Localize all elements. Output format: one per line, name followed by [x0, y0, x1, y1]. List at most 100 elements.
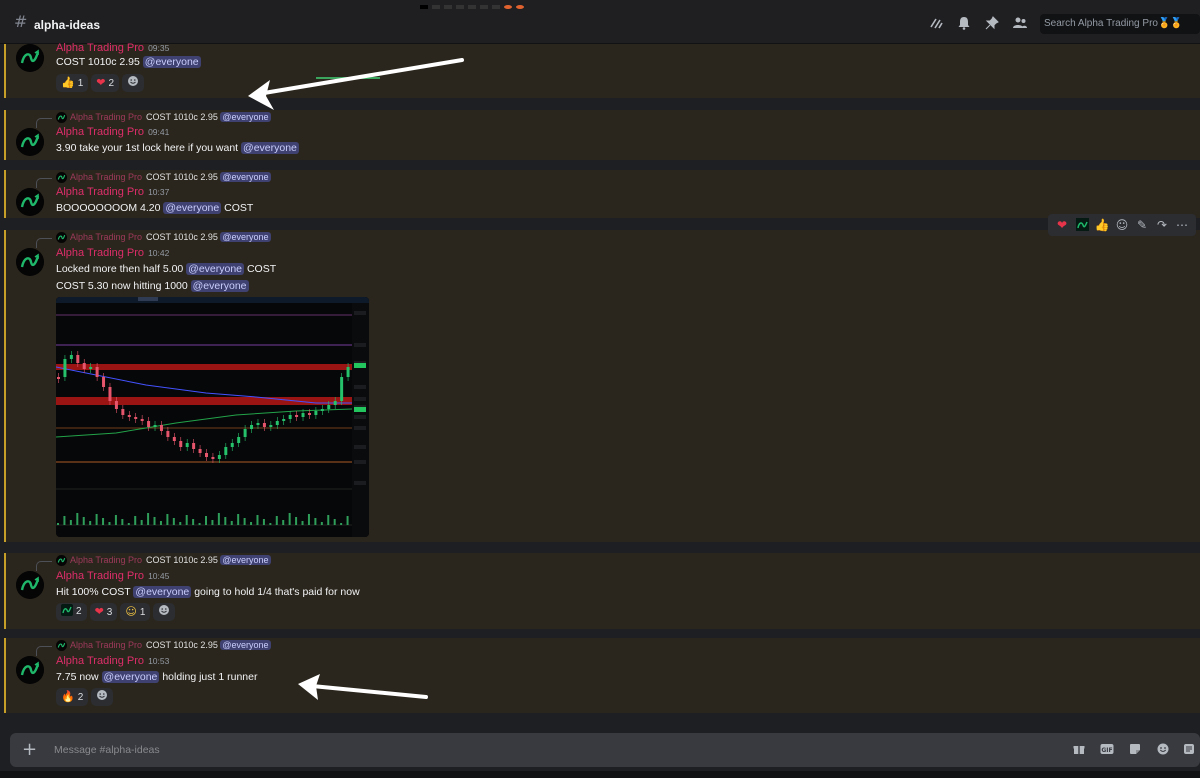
volume-bar: [166, 514, 169, 525]
everyone-mention[interactable]: @everyone: [133, 586, 192, 598]
new-messages-divider: [316, 77, 380, 79]
add-attachment-icon[interactable]: +: [22, 739, 37, 761]
volume-bar: [147, 513, 150, 525]
add-reaction-button[interactable]: [122, 74, 145, 92]
gift-icon[interactable]: [1072, 743, 1086, 757]
author-avatar[interactable]: [16, 571, 44, 599]
everyone-mention[interactable]: @everyone: [186, 263, 245, 275]
author-avatar[interactable]: [16, 248, 44, 276]
author-avatar[interactable]: [16, 656, 44, 684]
volume-bar: [63, 516, 66, 525]
reaction-heart[interactable]: ❤ 3: [89, 603, 118, 621]
message-item[interactable]: Alpha Trading Pro COST 1010c 2.95 @every…: [4, 553, 1200, 629]
axis-label: [354, 426, 366, 430]
candle-body: [57, 377, 60, 379]
pin-icon[interactable]: [984, 16, 1000, 30]
everyone-mention[interactable]: @everyone: [190, 280, 249, 292]
candle-body: [307, 413, 311, 415]
message-item[interactable]: Alpha Trading Pro COST 1010c 2.95 @every…: [4, 170, 1200, 218]
author-avatar[interactable]: [16, 44, 44, 72]
gif-icon[interactable]: GIF: [1100, 743, 1114, 757]
more-icon[interactable]: ⋯: [1172, 214, 1192, 236]
thumbs-up-icon: 👍: [61, 76, 75, 89]
message-item[interactable]: Alpha Trading Pro COST 1010c 2.95 @every…: [4, 110, 1200, 160]
message-author[interactable]: Alpha Trading Pro 10:42: [56, 247, 169, 259]
candle-body: [63, 359, 67, 377]
message-timestamp: 10:37: [148, 187, 170, 197]
everyone-mention[interactable]: @everyone: [241, 142, 299, 154]
reply-text: COST 1010c 2.95 @everyone: [146, 555, 271, 565]
message-input[interactable]: [54, 742, 954, 758]
chart-screenshot-attachment[interactable]: [56, 297, 369, 537]
message-item[interactable]: Alpha Trading Pro COST 1010c 2.95 @every…: [4, 638, 1200, 713]
sticker-icon[interactable]: [1128, 743, 1142, 757]
volume-bar: [153, 517, 156, 525]
add-reaction-button[interactable]: [153, 603, 176, 621]
resistance-band: [56, 397, 352, 405]
everyone-mention[interactable]: @everyone: [142, 56, 201, 68]
candle-body: [250, 425, 254, 429]
message-author[interactable]: Alpha Trading Pro 10:37: [56, 186, 169, 198]
window-bottom-edge: [0, 771, 1200, 778]
message-item[interactable]: Alpha Trading Pro COST 1010c 2.95 @every…: [4, 230, 1200, 542]
add-reaction-icon[interactable]: ☺: [1112, 214, 1132, 236]
reply-author: Alpha Trading Pro: [70, 172, 143, 182]
volume-bar: [288, 513, 291, 525]
apps-icon[interactable]: [1182, 743, 1196, 757]
message-timestamp: 10:53: [148, 656, 170, 666]
reaction-bar: 🔥 2: [56, 688, 116, 706]
message-timestamp: 09:41: [148, 127, 170, 137]
emoji-icon[interactable]: [1156, 743, 1170, 757]
candle-body: [69, 355, 73, 359]
bell-icon[interactable]: [956, 16, 972, 30]
volume-bar: [282, 520, 285, 525]
volume-bar: [237, 514, 240, 525]
add-reaction-button[interactable]: [91, 688, 114, 706]
everyone-mention[interactable]: @everyone: [163, 202, 222, 214]
message-author[interactable]: Alpha Trading Pro 10:45: [56, 570, 169, 582]
reply-text: COST 1010c 2.95 @everyone: [146, 172, 271, 182]
message-item[interactable]: Alpha Trading Pro 09:35 COST 1010c 2.95 @…: [4, 42, 1200, 98]
message-author[interactable]: Alpha Trading Pro 10:53: [56, 655, 169, 667]
edit-icon[interactable]: ✎: [1132, 214, 1152, 236]
heart-icon: ❤: [96, 76, 106, 89]
author-avatar[interactable]: [16, 188, 44, 216]
reaction-fire[interactable]: 🔥 2: [56, 688, 89, 706]
reply-avatar: [56, 112, 67, 123]
reply-author: Alpha Trading Pro: [70, 555, 143, 565]
reaction-bar: 2 ❤ 3 ☺ 1: [56, 603, 178, 621]
volume-bar: [230, 521, 233, 525]
candle-body: [301, 413, 305, 417]
thumbs-up-icon[interactable]: 👍: [1092, 214, 1112, 236]
candle-body: [121, 409, 125, 415]
search-input[interactable]: Search Alpha Trading Pro🏅🏅: [1040, 14, 1200, 34]
message-author[interactable]: Alpha Trading Pro 09:35: [56, 42, 169, 54]
resistance-band: [56, 364, 352, 370]
volume-bar: [307, 514, 310, 525]
volume-bar: [108, 522, 111, 525]
volume-bar: [217, 513, 220, 525]
reaction-thumbs-up[interactable]: 👍 1: [56, 74, 89, 92]
members-icon[interactable]: [1012, 16, 1028, 30]
candle-body: [108, 387, 112, 401]
alpha-logo-icon[interactable]: [1072, 214, 1092, 236]
volume-bar: [159, 521, 162, 525]
volume-bar: [127, 523, 130, 525]
alpha-logo-icon: [61, 604, 73, 616]
reply-avatar: [56, 232, 67, 243]
candle-body: [89, 367, 93, 369]
svg-text:GIF: GIF: [1101, 747, 1112, 754]
message-text: Hit 100% COST @everyone going to hold 1/…: [56, 586, 360, 598]
threads-icon[interactable]: [928, 16, 944, 30]
reaction-alpha-logo[interactable]: 2: [56, 603, 87, 621]
reaction-heart[interactable]: ❤ 2: [91, 74, 120, 92]
heart-icon[interactable]: ❤: [1052, 214, 1072, 236]
reply-icon[interactable]: ↷: [1152, 214, 1172, 236]
candle-body: [172, 437, 176, 441]
everyone-mention[interactable]: @everyone: [101, 671, 160, 683]
author-avatar[interactable]: [16, 128, 44, 156]
message-list[interactable]: Alpha Trading Pro 09:35 COST 1010c 2.95 @…: [0, 42, 1200, 734]
message-author[interactable]: Alpha Trading Pro 09:41: [56, 126, 169, 138]
current-price-tag: [354, 407, 366, 412]
reaction-face-emoji[interactable]: ☺ 1: [120, 603, 151, 621]
